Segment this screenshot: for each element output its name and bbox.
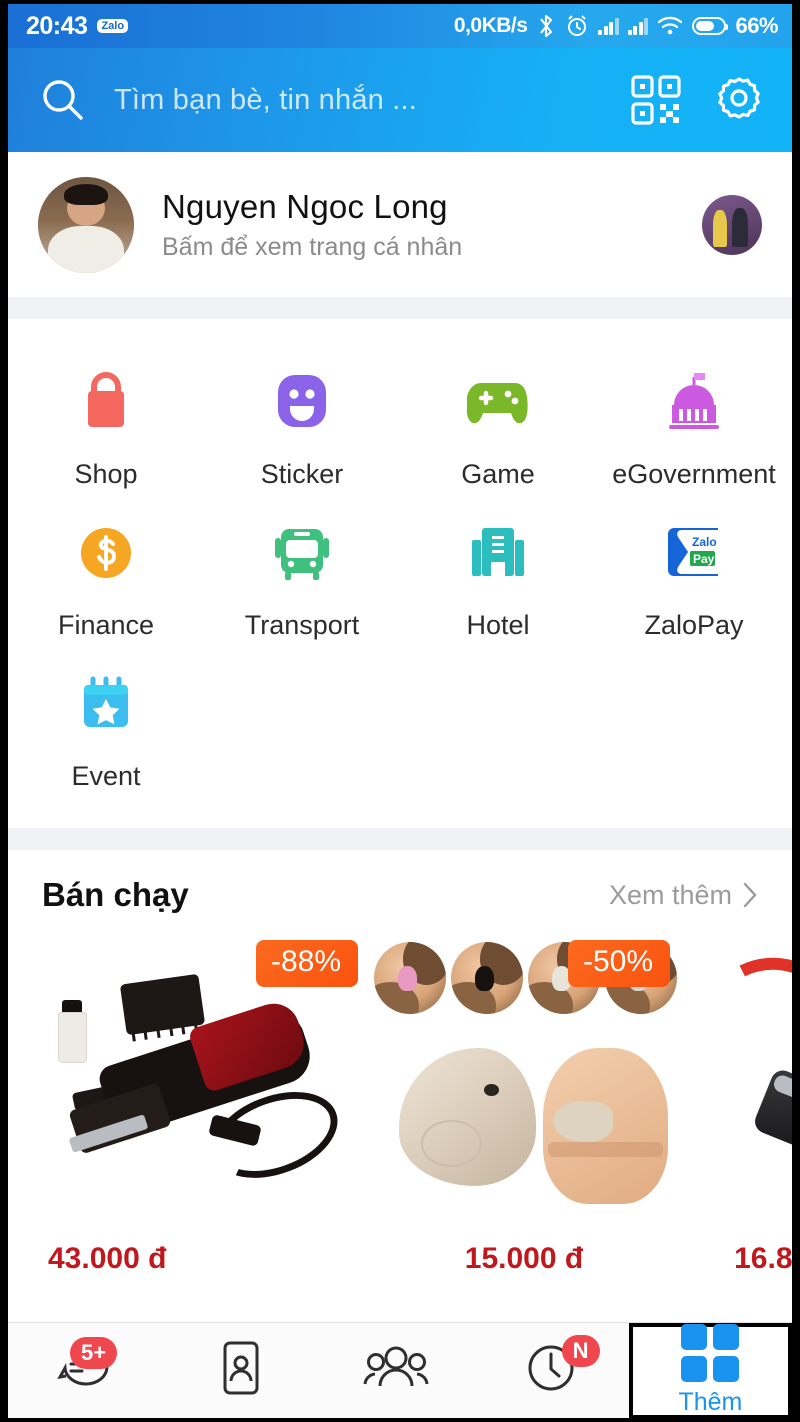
chevron-right-icon bbox=[743, 882, 757, 908]
bus-icon bbox=[272, 522, 332, 584]
section-divider bbox=[8, 828, 792, 850]
app-grid-placeholder bbox=[204, 655, 400, 806]
product-price: 43.000 đ bbox=[48, 1242, 167, 1275]
product-card[interactable]: -50% 15.000 đ bbox=[368, 928, 680, 1292]
app-grid-row: Shop Sticker Game eGovernment bbox=[8, 353, 792, 504]
phone-screen: 20:43 Zalo 0,0KB/s 66% Tìm bạn bè, tin n… bbox=[0, 0, 800, 1422]
grid-more-icon bbox=[681, 1324, 740, 1382]
zalo-app-badge: Zalo bbox=[97, 19, 129, 33]
search-header: Tìm bạn bè, tin nhắn ... bbox=[8, 48, 792, 152]
zalopay-logo-icon: Zalo Pay bbox=[664, 522, 724, 584]
profile-name: Nguyen Ngoc Long bbox=[162, 187, 448, 225]
product-image-mini-earbud: -50% bbox=[368, 928, 680, 1228]
app-label: Sticker bbox=[260, 459, 344, 489]
status-time: 20:43 bbox=[26, 11, 88, 40]
nav-tab-contacts[interactable] bbox=[163, 1323, 318, 1418]
status-bar: 20:43 Zalo 0,0KB/s 66% bbox=[8, 4, 792, 48]
wifi-icon bbox=[657, 16, 683, 36]
shopping-bag-icon bbox=[78, 371, 134, 433]
battery-icon bbox=[692, 17, 729, 35]
app-item-hotel[interactable]: Hotel bbox=[400, 504, 596, 655]
app-label: Game bbox=[461, 459, 535, 489]
app-item-shop[interactable]: Shop bbox=[8, 353, 204, 504]
app-label: ZaloPay bbox=[644, 610, 744, 640]
group-people-icon bbox=[360, 1340, 432, 1401]
app-grid-placeholder bbox=[596, 655, 792, 806]
qr-code-icon[interactable] bbox=[630, 74, 682, 126]
product-price: 15.000 đ bbox=[464, 1242, 584, 1275]
alarm-icon bbox=[565, 14, 589, 38]
product-strip[interactable]: -88% 43.000 đ -50% 15.000 đ 16.8 bbox=[8, 928, 792, 1292]
hotel-building-icon bbox=[469, 522, 527, 584]
smiley-sticker-icon bbox=[274, 371, 330, 433]
nav-tab-timeline[interactable]: N bbox=[474, 1323, 629, 1418]
app-item-sticker[interactable]: Sticker bbox=[204, 353, 400, 504]
svg-text:Pay: Pay bbox=[693, 552, 715, 566]
nav-tab-more[interactable]: Thêm bbox=[628, 1322, 792, 1418]
see-more-button[interactable]: Xem thêm bbox=[609, 880, 758, 911]
app-grid-row: Finance Transport Hotel Zalo Pay ZaloPay bbox=[8, 504, 792, 655]
gear-icon[interactable] bbox=[712, 73, 766, 127]
calendar-star-icon bbox=[77, 673, 135, 735]
nav-label-more: Thêm bbox=[678, 1388, 743, 1416]
nav-tab-groups[interactable] bbox=[318, 1323, 473, 1418]
message-badge: 5+ bbox=[70, 1337, 118, 1370]
product-image-red-headset bbox=[680, 928, 792, 1228]
government-building-icon bbox=[664, 371, 724, 433]
app-label: Hotel bbox=[466, 610, 530, 640]
search-input[interactable]: Tìm bạn bè, tin nhắn ... bbox=[114, 84, 600, 117]
section-title: Bán chạy bbox=[42, 876, 189, 913]
see-more-label: Xem thêm bbox=[608, 879, 732, 910]
product-card[interactable]: 16.800 bbox=[680, 928, 792, 1292]
profile-text: Nguyen Ngoc Long Bấm để xem trang cá nhâ… bbox=[162, 188, 462, 262]
bluetooth-icon bbox=[536, 13, 556, 39]
battery-percent-label: 66% bbox=[735, 13, 778, 38]
section-divider bbox=[8, 297, 792, 319]
app-item-transport[interactable]: Transport bbox=[204, 504, 400, 655]
nav-tab-messages[interactable]: 5+ bbox=[8, 1323, 163, 1418]
app-grid-row: Event bbox=[8, 655, 792, 806]
gamepad-icon bbox=[467, 371, 529, 433]
profile-row[interactable]: Nguyen Ngoc Long Bấm để xem trang cá nhâ… bbox=[8, 152, 792, 297]
discount-badge: -50% bbox=[567, 940, 670, 987]
svg-text:Zalo: Zalo bbox=[692, 535, 717, 549]
app-label: eGovernment bbox=[612, 459, 776, 489]
app-label: Transport bbox=[244, 610, 360, 640]
discount-badge: -88% bbox=[255, 940, 358, 987]
avatar[interactable] bbox=[38, 176, 134, 273]
product-price: 16.800 bbox=[734, 1242, 792, 1275]
app-grid: Shop Sticker Game eGovernment Finance Tr… bbox=[8, 319, 792, 828]
timeline-badge: N bbox=[561, 1335, 600, 1368]
profile-subtitle: Bấm để xem trang cá nhân bbox=[162, 232, 463, 261]
app-item-game[interactable]: Game bbox=[400, 353, 596, 504]
story-thumbnail[interactable] bbox=[702, 194, 762, 255]
network-speed-label: 0,0KB/s bbox=[453, 14, 528, 37]
app-item-event[interactable]: Event bbox=[8, 655, 204, 806]
app-label: Event bbox=[71, 761, 141, 791]
signal-bars-icon bbox=[598, 17, 619, 35]
app-label: Shop bbox=[74, 459, 138, 489]
dollar-coin-icon bbox=[77, 522, 135, 584]
app-item-finance[interactable]: Finance bbox=[8, 504, 204, 655]
app-grid-placeholder bbox=[400, 655, 596, 806]
contact-card-icon bbox=[217, 1339, 265, 1402]
best-sellers-header: Bán chạy Xem thêm bbox=[8, 850, 792, 928]
search-icon[interactable] bbox=[38, 75, 88, 125]
app-label: Finance bbox=[57, 610, 155, 640]
product-card[interactable]: -88% 43.000 đ bbox=[8, 928, 368, 1292]
product-image-hair-clipper: -88% bbox=[8, 928, 368, 1228]
app-item-zalopay[interactable]: Zalo Pay ZaloPay bbox=[596, 504, 792, 655]
app-item-egovernment[interactable]: eGovernment bbox=[596, 353, 792, 504]
signal-bars-icon bbox=[627, 17, 649, 35]
bottom-navigation: 5+ N Thêm bbox=[8, 1322, 792, 1418]
